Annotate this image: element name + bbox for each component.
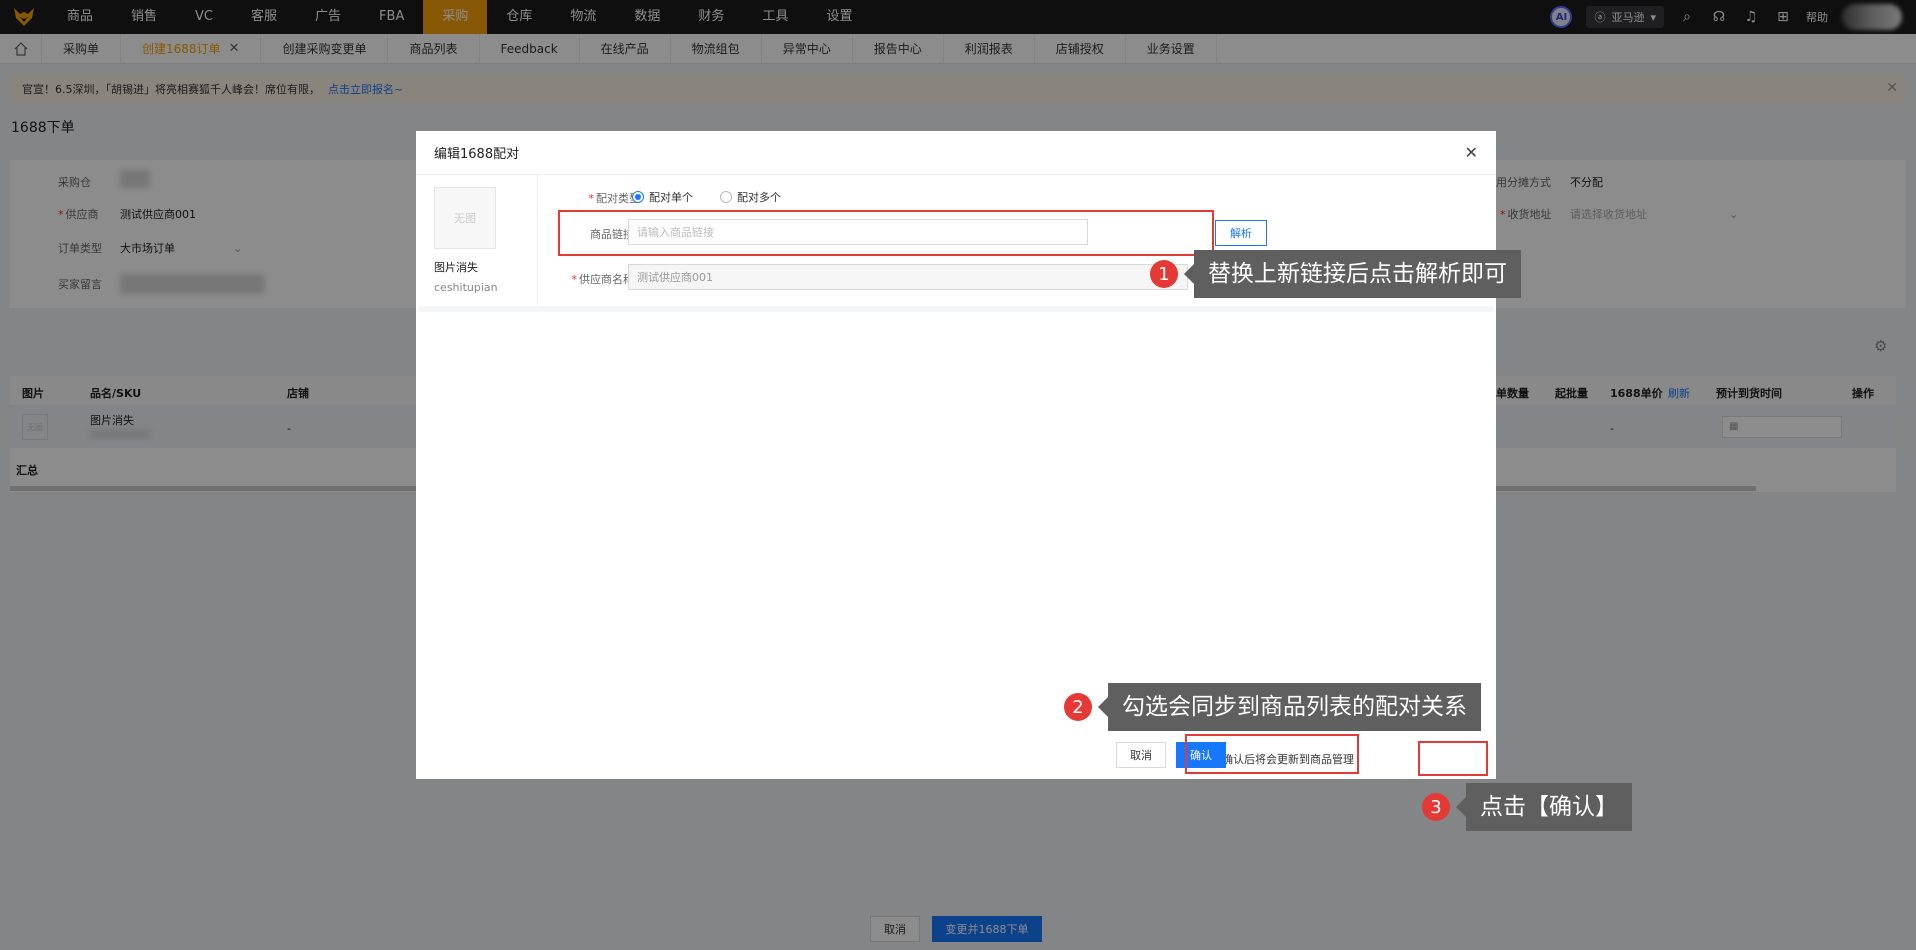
callout-text: 替换上新链接后点击解析即可 [1194, 250, 1521, 298]
product-thumbnail: 无图 [434, 187, 496, 249]
callout-text: 点击【确认】 [1466, 783, 1632, 831]
highlight-checkbox [1185, 734, 1359, 774]
modal-title: 编辑1688配对 [434, 147, 520, 162]
callout-pointer [1098, 697, 1108, 717]
radio-match-multiple[interactable]: 配对多个 [720, 189, 781, 205]
callout-pointer [1456, 797, 1466, 817]
callout-3: 3 点击【确认】 [1422, 783, 1632, 831]
callout-2: 2 勾选会同步到商品列表的配对关系 [1064, 683, 1481, 731]
product-name: 图片消失 [434, 261, 478, 274]
radio-checked-icon [632, 191, 644, 203]
supplier-name-label: * 供应商名称 [571, 273, 635, 286]
supplier-name-field [628, 264, 1188, 290]
product-sku: ceshitupian [434, 281, 498, 294]
callout-number: 2 [1064, 693, 1092, 721]
callout-number: 3 [1422, 793, 1450, 821]
close-icon[interactable]: ✕ [1465, 143, 1478, 162]
callout-text: 勾选会同步到商品列表的配对关系 [1108, 683, 1481, 731]
callout-1: 1 替换上新链接后点击解析即可 [1150, 250, 1521, 298]
highlight-link-field [558, 210, 1214, 256]
radio-unchecked-icon [720, 191, 732, 203]
modal-header: 编辑1688配对 ✕ [416, 131, 1496, 175]
highlight-confirm [1418, 741, 1488, 776]
product-preview: 无图 图片消失 ceshitupian [416, 175, 538, 305]
callout-number: 1 [1150, 260, 1178, 288]
section-divider [418, 306, 1494, 312]
callout-pointer [1184, 264, 1194, 284]
radio-match-single[interactable]: 配对单个 [632, 189, 693, 205]
modal-cancel-button[interactable]: 取消 [1116, 742, 1166, 768]
match-type-label: * 配对类型 [588, 192, 641, 205]
parse-button[interactable]: 解析 [1215, 220, 1267, 246]
